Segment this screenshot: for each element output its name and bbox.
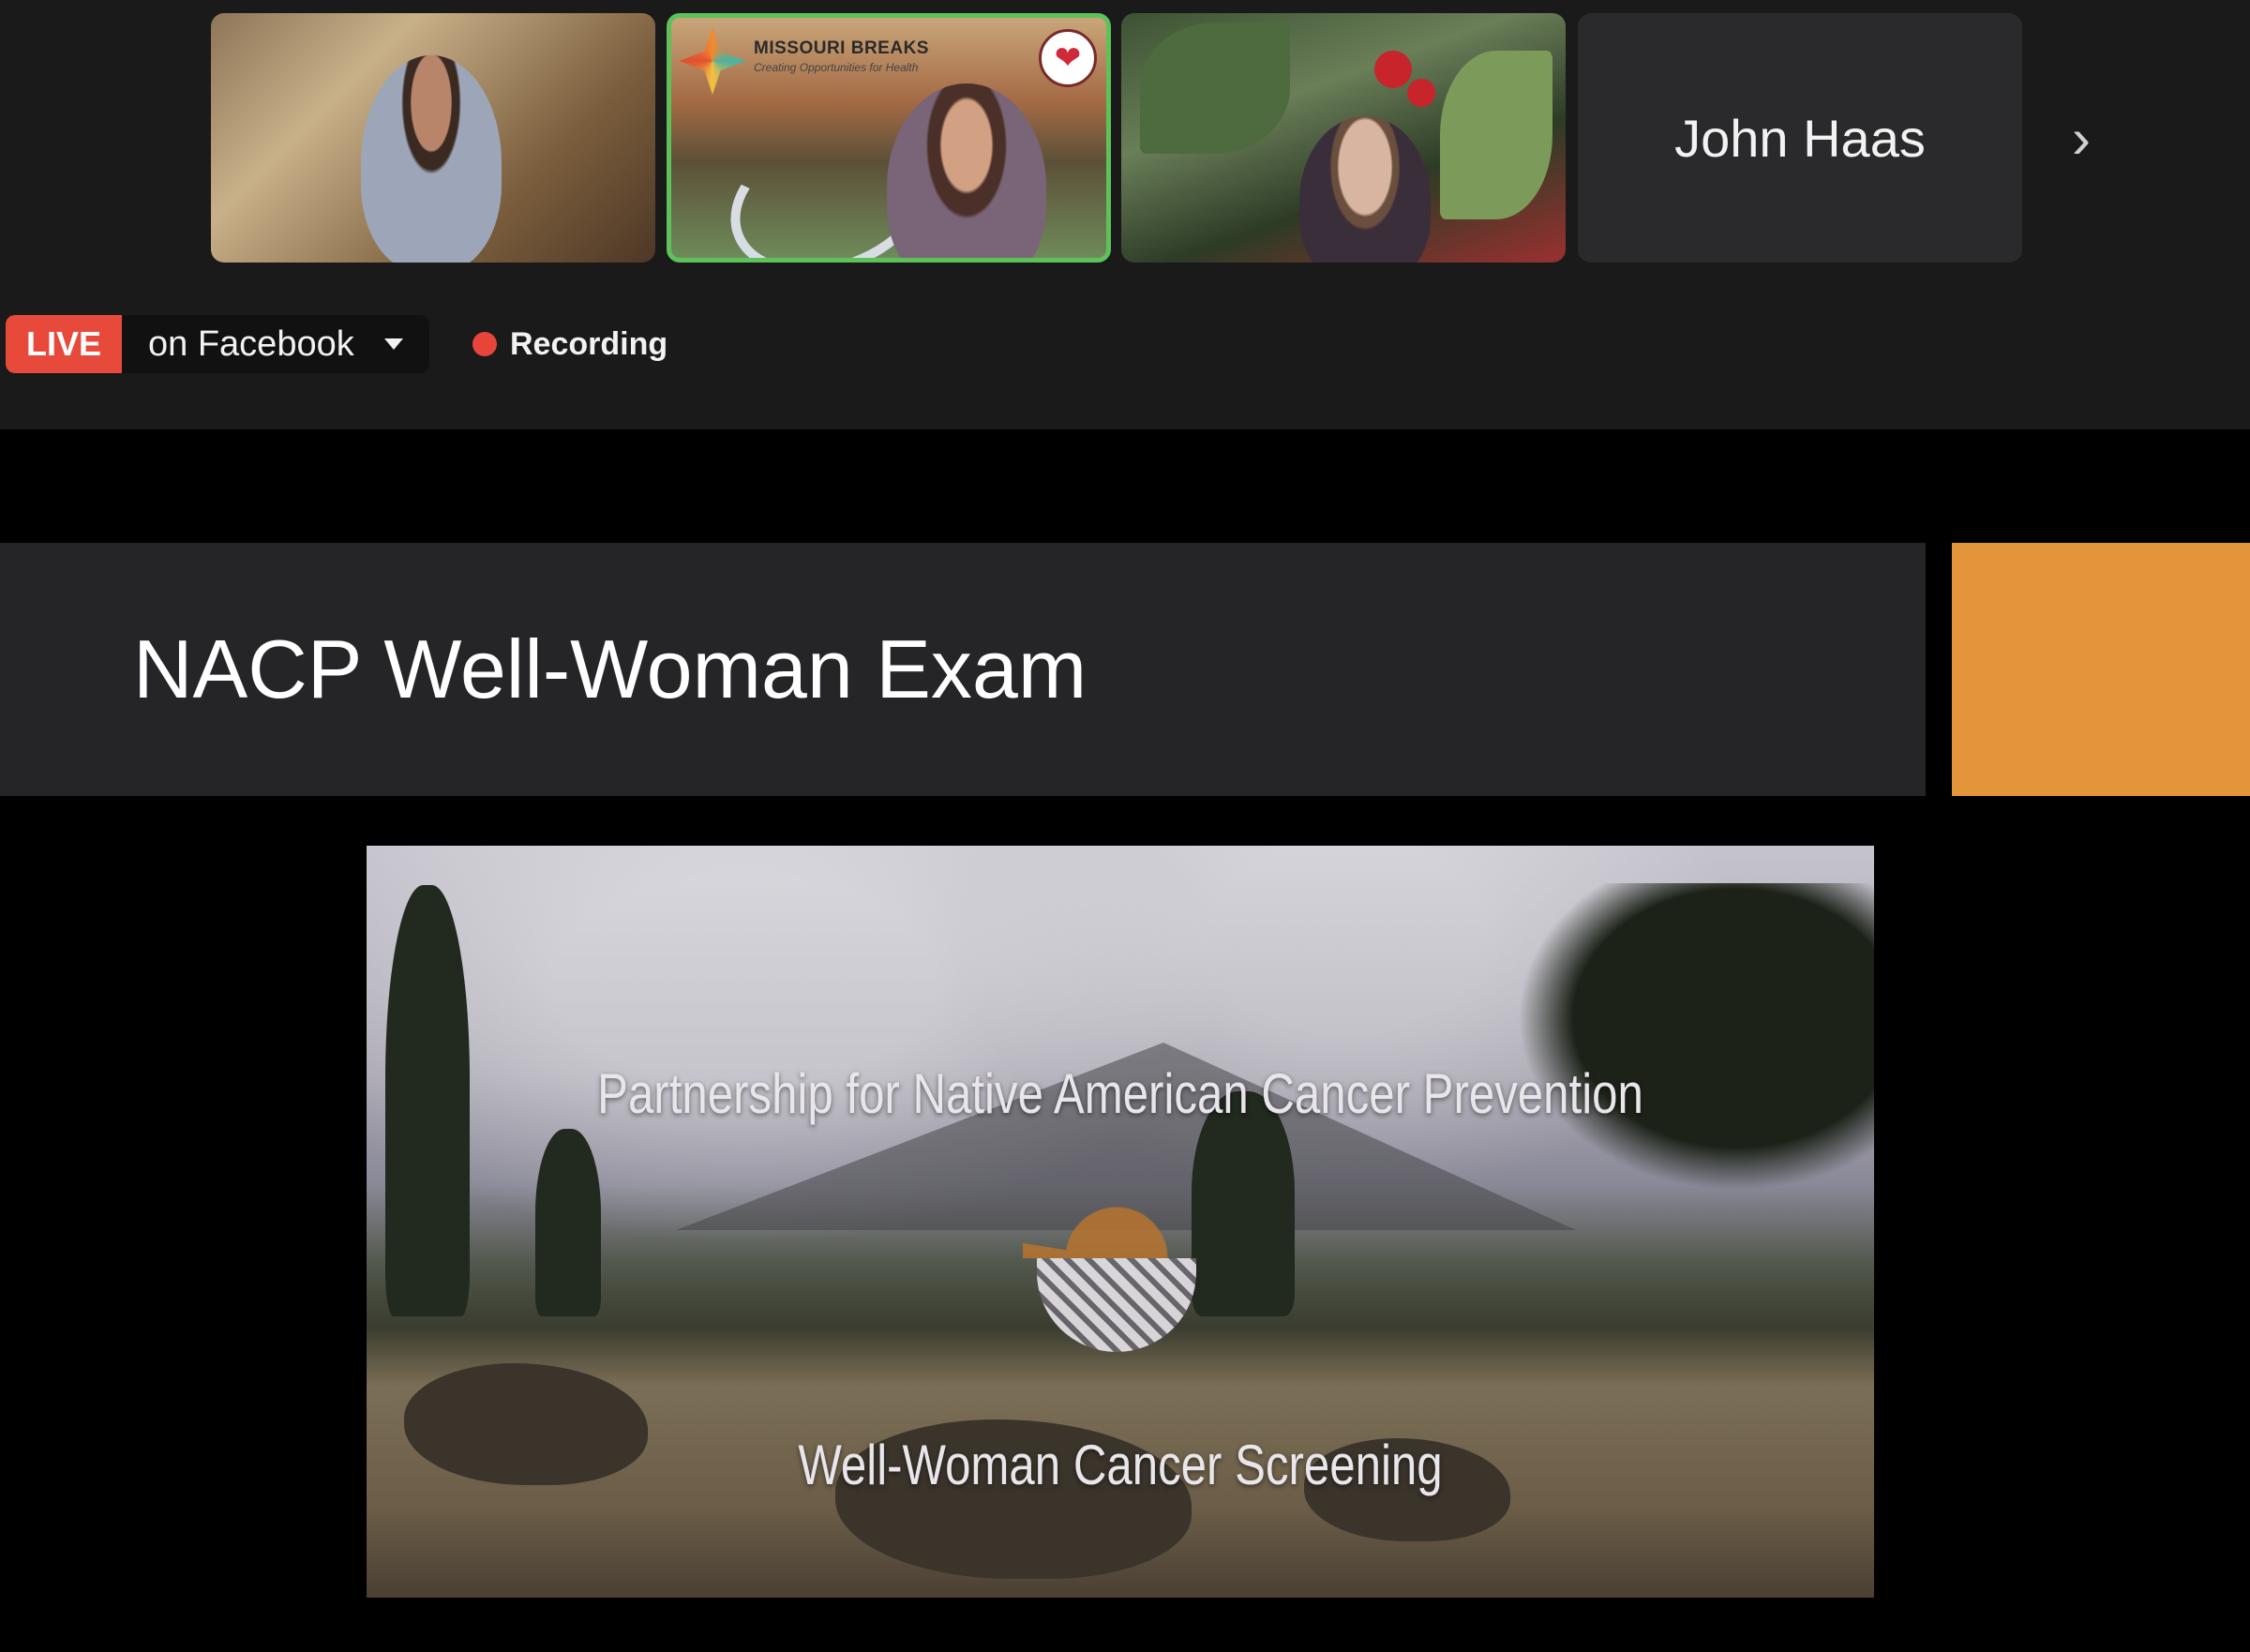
slide-title: NACP Well-Woman Exam [133, 623, 1088, 715]
participant-name-tile[interactable]: John Haas [1578, 13, 2022, 263]
flower-decoration [1407, 79, 1435, 107]
live-badge: LIVE [6, 315, 123, 373]
background-tagline-text: Creating Opportunities for Health [754, 61, 919, 74]
recording-indicator[interactable]: Recording [472, 321, 668, 368]
livestream-control[interactable]: LIVE on Facebook [6, 315, 429, 373]
hands-emblem-part [1023, 1164, 1210, 1258]
video-caption-line2: Well-Woman Cancer Screening [798, 1434, 1443, 1496]
plant-decoration [1440, 51, 1552, 219]
recording-label: Recording [510, 325, 668, 362]
record-dot-icon [472, 332, 497, 356]
slide-title-bar: NACP Well-Woman Exam [0, 543, 1926, 796]
pottery-emblem-part [1037, 1258, 1196, 1352]
tree-scenery [385, 885, 470, 1316]
participant-video-tile[interactable] [211, 13, 655, 263]
livestream-target-dropdown[interactable]: on Facebook [122, 315, 429, 373]
video-caption-line1: Partnership for Native American Cancer P… [597, 1062, 1643, 1125]
livestream-target-label: on Facebook [148, 323, 354, 364]
participant-figure [887, 83, 1046, 258]
participant-name: John Haas [1674, 108, 1926, 168]
plant-decoration [1140, 23, 1290, 154]
caret-down-icon [383, 338, 403, 350]
shared-video[interactable]: Partnership for Native American Cancer P… [367, 846, 1874, 1598]
background-brand-text: MISSOURI BREAKS [754, 38, 929, 58]
nacp-emblem-icon [1023, 1164, 1210, 1361]
pine-tree-scenery [1480, 883, 1874, 1221]
participant-figure [361, 55, 502, 263]
tree-scenery [535, 1129, 601, 1316]
flower-decoration [1374, 51, 1412, 88]
participant-strip: MISSOURI BREAKS Creating Opportunities f… [0, 0, 2250, 429]
chevron-right-icon[interactable]: › [2058, 107, 2105, 170]
heart-icon: ❤ [1039, 29, 1097, 87]
slide-accent-block [1952, 543, 2250, 796]
star-logo-icon [679, 27, 746, 95]
active-speaker-video-tile[interactable]: MISSOURI BREAKS Creating Opportunities f… [667, 13, 1111, 263]
participant-video-tile[interactable] [1121, 13, 1566, 263]
participant-figure [1299, 116, 1431, 263]
